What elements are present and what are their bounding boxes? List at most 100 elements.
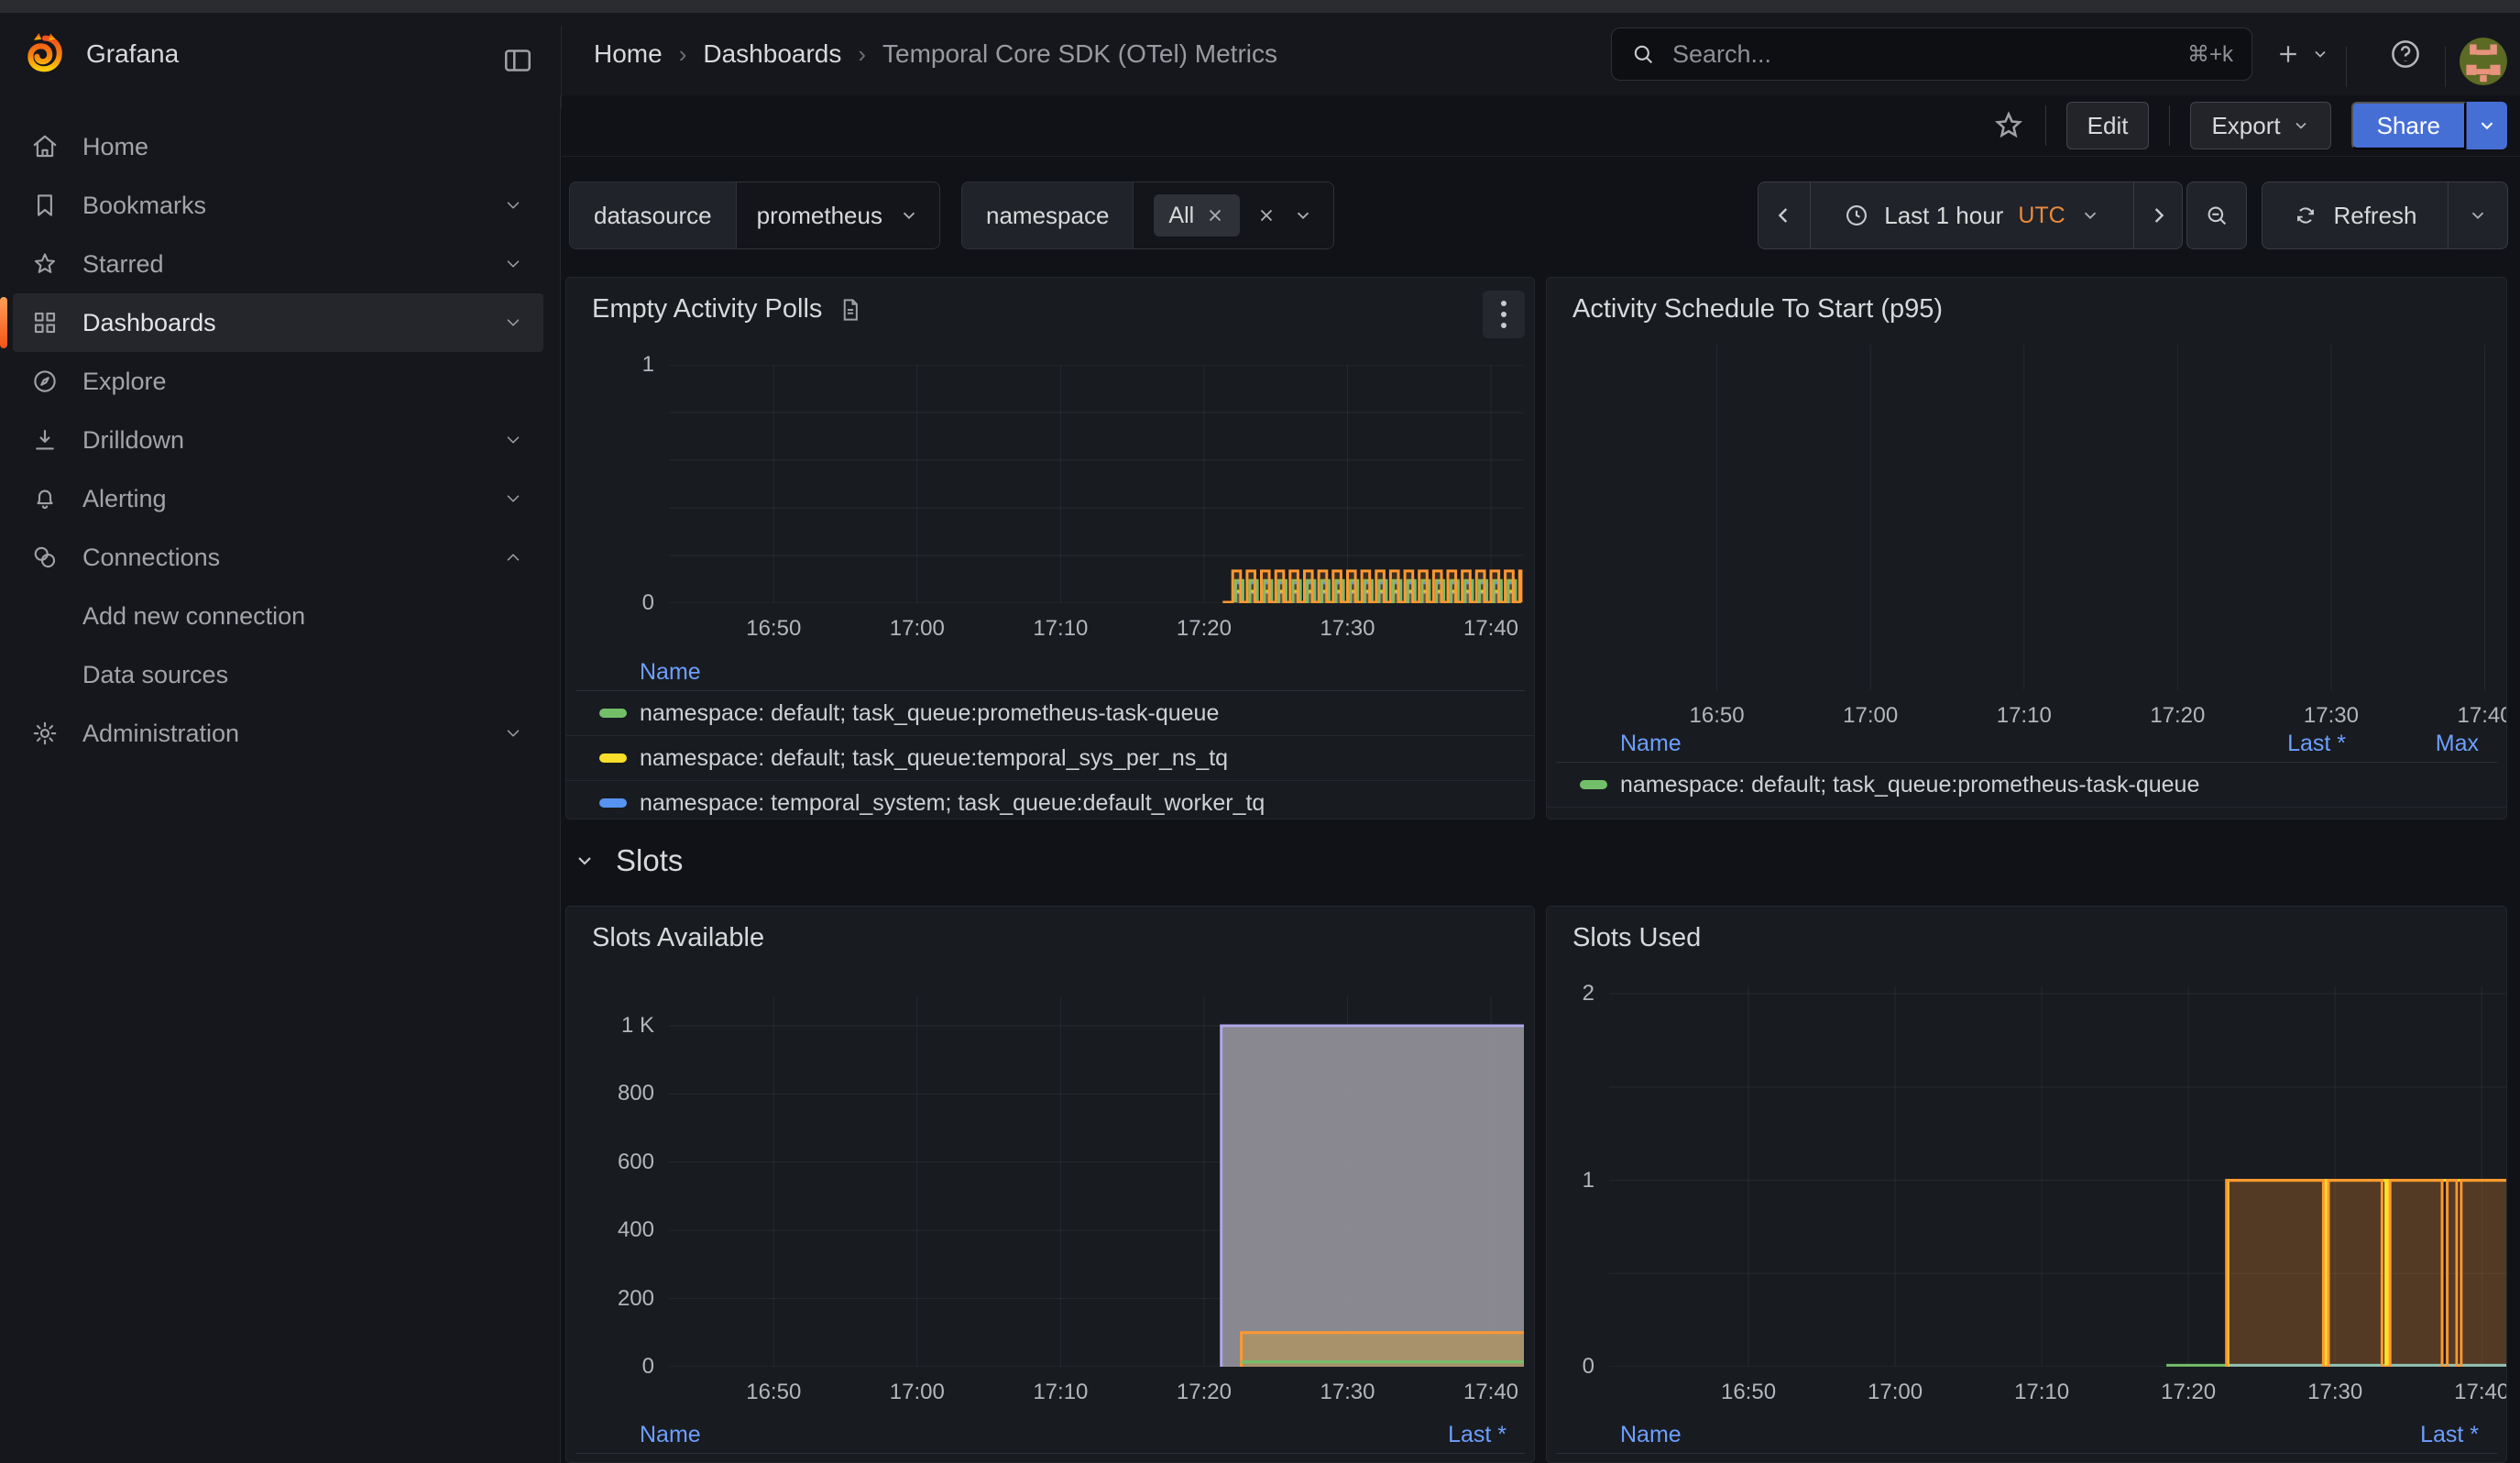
legend-header-name[interactable]: Name [1580, 1422, 2341, 1448]
panel-activity-schedule-to-start[interactable]: Activity Schedule To Start (p95) NameLas… [1546, 277, 2507, 820]
dashboard-toolbar: Edit Export Share [562, 95, 2520, 157]
legend-header-name[interactable]: Name [1580, 731, 2208, 757]
new-add-button[interactable] [2274, 40, 2329, 68]
series-name[interactable]: namespace: temporal_system; task_queue:d… [640, 790, 1507, 817]
series-color-pill[interactable] [1580, 780, 1607, 789]
breadcrumb-home[interactable]: Home [594, 39, 663, 69]
connections-icon [31, 544, 59, 571]
refresh-controls: Refresh [2262, 182, 2508, 249]
legend-row[interactable]: namespace: default; task_queue:prometheu… [1547, 763, 2506, 808]
namespace-filter-value[interactable]: All [1134, 182, 1333, 248]
x-axis-tick-label: 17:40 [2431, 1380, 2507, 1405]
sidebar-item-drilldown[interactable]: Drilldown [0, 411, 543, 469]
y-axis-tick-label: 200 [566, 1286, 654, 1312]
edit-button-label: Edit [2087, 112, 2129, 140]
row-section-slots[interactable]: Slots [574, 843, 683, 878]
x-axis-tick-label: 17:20 [1154, 616, 1255, 642]
namespace-filter[interactable]: namespace All [961, 182, 1334, 249]
sidebar-item-dashboards[interactable]: Dashboards [13, 293, 543, 352]
breadcrumb-separator: › [679, 40, 687, 69]
legend-header-name[interactable]: Name [599, 1422, 1369, 1448]
sidebar-subitem-add-new-connection[interactable]: Add new connection [0, 587, 560, 645]
sidebar-item-administration[interactable]: Administration [0, 704, 543, 763]
series-color-pill[interactable] [599, 709, 627, 718]
legend-header-last[interactable]: Last * [2208, 731, 2346, 757]
mega-menu-dock-icon[interactable] [495, 38, 541, 83]
nav-sidebar: HomeBookmarks Starred Dashboards Explore Dri… [0, 95, 561, 1463]
chevron-down-icon [2080, 205, 2100, 226]
panel-menu-kebab[interactable] [1483, 291, 1525, 338]
nav-list: HomeBookmarks Starred Dashboards Explore Dri… [0, 117, 560, 763]
gear-icon [31, 720, 59, 747]
breadcrumb-dashboards[interactable]: Dashboards [703, 39, 841, 69]
legend-header-last[interactable]: Last * [1369, 1422, 1507, 1448]
sidebar-item-alerting[interactable]: Alerting [0, 469, 543, 528]
export-button[interactable]: Export [2190, 102, 2330, 149]
legend-row[interactable]: namespace: default; task_queue:prometheu… [566, 691, 1534, 736]
panel-slots-used[interactable]: Slots Used NameLast * namespace: default;… [1546, 906, 2507, 1463]
refresh-button[interactable]: Refresh [2263, 182, 2449, 248]
search-input-box[interactable]: ⌘+k [1611, 28, 2252, 81]
namespace-all-chip[interactable]: All [1154, 194, 1240, 236]
sidebar-subitem-data-sources[interactable]: Data sources [0, 645, 560, 704]
sidebar-item-label: Starred [82, 250, 503, 279]
legend-row[interactable]: namespace: temporal_system; task_queue:d… [566, 781, 1534, 820]
timeseries-chart[interactable] [1563, 345, 2506, 690]
search-shortcut-hint: ⌘+k [2187, 41, 2233, 68]
help-button[interactable] [2388, 37, 2423, 72]
legend-row[interactable]: namespace: default; task_queue:prometheu… [1547, 1454, 2506, 1463]
sidebar-item-label: Drilldown [82, 426, 503, 455]
close-icon[interactable] [1205, 205, 1225, 226]
timeseries-chart[interactable] [669, 996, 1524, 1367]
timeseries-chart[interactable] [1609, 986, 2507, 1367]
share-button[interactable]: Share [2351, 102, 2466, 149]
user-avatar[interactable] [2460, 38, 2507, 85]
panel-title: Slots Used [1572, 923, 1701, 953]
edit-button[interactable]: Edit [2066, 102, 2150, 149]
share-menu-caret[interactable] [2466, 102, 2507, 149]
series-name[interactable]: namespace: default; task_queue:temporal_… [640, 745, 1507, 772]
time-range-picker[interactable]: Last 1 hour UTC [1811, 182, 2134, 248]
chevron-left-icon [1771, 203, 1797, 228]
legend-header-name[interactable]: Name [599, 659, 1507, 686]
time-shift-back-button[interactable] [1759, 182, 1811, 248]
series-color-pill[interactable] [599, 754, 627, 763]
sidebar-item-label: Explore [82, 368, 543, 396]
clear-all-icon[interactable] [1256, 205, 1276, 226]
breadcrumb-current-dashboard: Temporal Core SDK (OTel) Metrics [882, 39, 1277, 69]
sidebar-item-bookmarks[interactable]: Bookmarks [0, 176, 543, 235]
series-name[interactable]: namespace: default; task_queue:prometheu… [640, 700, 1507, 727]
x-axis-tick-label: 17:00 [1820, 703, 1921, 729]
zoom-out-time-button[interactable] [2186, 182, 2247, 249]
x-axis-tick-label: 17:40 [2435, 703, 2507, 729]
series-name[interactable]: namespace: default; task_queue:prometheu… [1620, 772, 2208, 798]
sidebar-item-home[interactable]: Home [0, 117, 543, 176]
x-axis-tick-label: 17:10 [1974, 703, 2075, 729]
timeseries-chart[interactable] [669, 365, 1524, 603]
datasource-filter-value[interactable]: prometheus [737, 182, 939, 248]
refresh-icon [2293, 203, 2318, 228]
x-axis-tick-label: 17:10 [1010, 616, 1111, 642]
search-input[interactable] [1671, 39, 2187, 70]
panel-description-icon[interactable] [837, 296, 864, 324]
chevron-down-icon [503, 723, 523, 743]
legend-header-max[interactable]: Max [2346, 731, 2479, 757]
legend-header-last[interactable]: Last * [2341, 1422, 2479, 1448]
refresh-interval-caret[interactable] [2449, 182, 2507, 248]
namespace-filter-label: namespace [962, 182, 1134, 248]
panel-slots-available[interactable]: Slots Available NameLast * namespace: def… [565, 906, 1535, 1463]
favorite-star-icon[interactable] [1992, 109, 2025, 142]
sidebar-item-connections[interactable]: Connections [0, 528, 543, 587]
time-shift-forward-button[interactable] [2134, 182, 2182, 248]
legend-row[interactable]: namespace: default; task_queue:temporal_… [566, 736, 1534, 781]
legend-row[interactable]: namespace: default; task_queue:prometheu… [566, 1454, 1534, 1463]
sidebar-item-explore[interactable]: Explore [0, 352, 543, 411]
panel-empty-activity-polls[interactable]: Empty Activity Polls Namenamespace: defa… [565, 277, 1535, 820]
sidebar-item-label: Dashboards [82, 309, 503, 337]
datasource-filter[interactable]: datasource prometheus [569, 182, 940, 249]
dashboards-grid-icon [31, 309, 59, 336]
sidebar-item-starred[interactable]: Starred [0, 235, 543, 293]
panel-title: Slots Available [592, 923, 764, 953]
series-color-pill[interactable] [599, 798, 627, 808]
grafana-logo-icon[interactable] [24, 31, 66, 77]
